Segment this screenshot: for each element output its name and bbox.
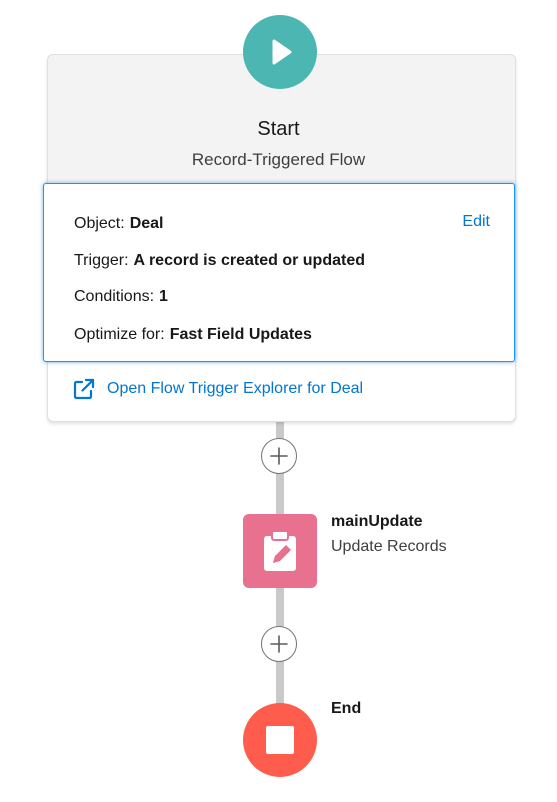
- flow-canvas: Start Record-Triggered Flow Object: Deal …: [0, 0, 557, 802]
- add-element-button-2[interactable]: [261, 626, 297, 662]
- conditions-label: Conditions:: [74, 288, 155, 305]
- plus-icon: [269, 446, 289, 466]
- explorer-link-label: Open Flow Trigger Explorer for Deal: [107, 380, 364, 397]
- object-value: Deal: [129, 215, 164, 232]
- plus-icon: [269, 634, 289, 654]
- clipboard-edit-icon: [260, 529, 300, 573]
- element-type: Update Records: [331, 538, 447, 555]
- start-node[interactable]: [243, 15, 317, 89]
- edit-link[interactable]: Edit: [462, 213, 490, 231]
- conditions-row: Conditions: 1: [74, 288, 168, 306]
- open-flow-trigger-explorer-link[interactable]: Open Flow Trigger Explorer for Deal: [73, 378, 363, 400]
- element-name: mainUpdate: [331, 513, 423, 530]
- optimize-label: Optimize for:: [74, 326, 165, 343]
- play-icon: [263, 35, 297, 69]
- object-row: Object: Deal: [74, 215, 163, 233]
- trigger-label: Trigger:: [74, 252, 129, 269]
- end-label: End: [331, 700, 362, 717]
- external-link-icon: [73, 378, 95, 400]
- add-element-button-1[interactable]: [261, 438, 297, 474]
- trigger-value: A record is created or updated: [133, 252, 365, 269]
- trigger-details-panel: Object: Deal Trigger: A record is created …: [43, 183, 515, 362]
- start-title: Start: [257, 118, 300, 140]
- conditions-value: 1: [159, 288, 168, 305]
- start-subtitle: Record-Triggered Flow: [191, 150, 366, 169]
- optimize-value: Fast Field Updates: [169, 326, 312, 343]
- stop-icon: [266, 726, 294, 754]
- trigger-row: Trigger: A record is created or updated: [74, 252, 365, 270]
- object-label: Object:: [74, 215, 125, 232]
- update-records-node[interactable]: [243, 514, 317, 588]
- optimize-row: Optimize for: Fast Field Updates: [74, 326, 312, 344]
- end-node[interactable]: [243, 703, 317, 777]
